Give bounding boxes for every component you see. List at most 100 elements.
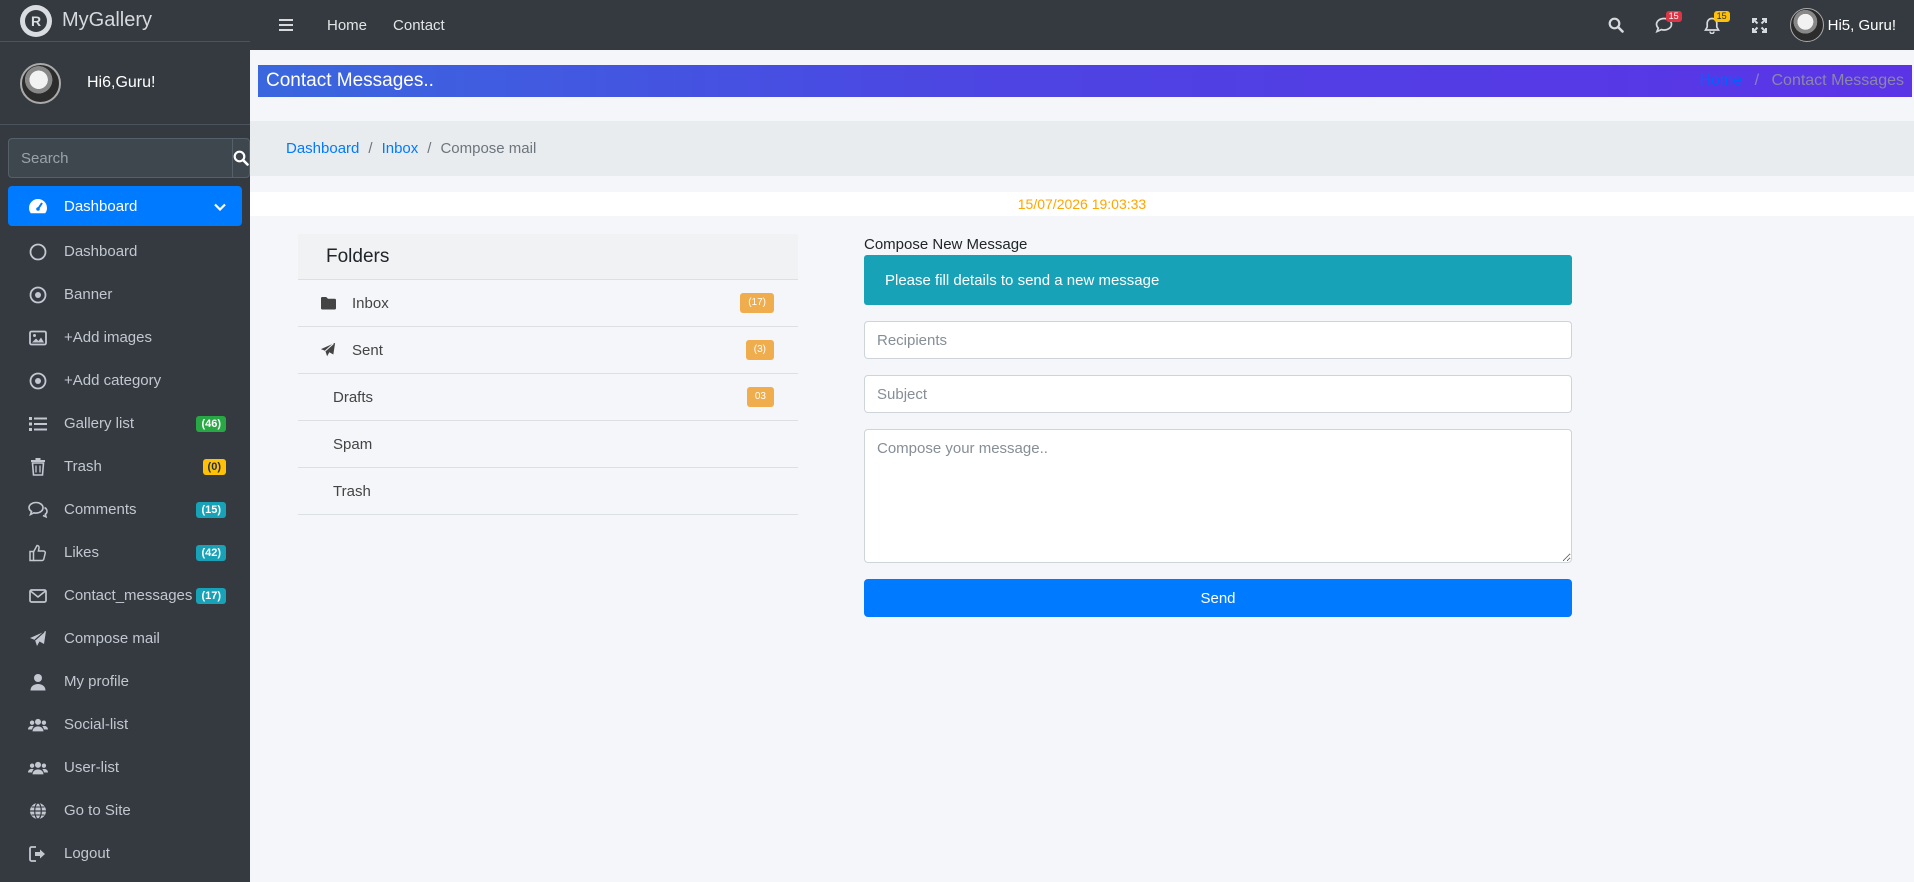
folder-spam[interactable]: Spam — [298, 421, 798, 468]
search-input[interactable] — [8, 138, 232, 178]
brand-logo-icon: R — [20, 4, 52, 37]
trash-count-badge: (0) — [202, 458, 226, 475]
sidebar-item-my-profile[interactable]: My profile — [8, 660, 242, 703]
info-alert: Please fill details to send a new messag… — [864, 255, 1572, 305]
search-icon — [233, 150, 249, 166]
thumbs-up-icon — [28, 543, 48, 563]
avatar[interactable] — [20, 62, 61, 104]
sidebar-item-compose-mail[interactable]: Compose mail — [8, 617, 242, 660]
avatar — [1789, 8, 1824, 42]
users-icon — [28, 758, 48, 778]
sidebar-item-label: Contact_messages — [64, 587, 193, 604]
sidebar-item-social-list[interactable]: Social-list — [8, 703, 242, 746]
folder-label: Drafts — [333, 388, 374, 406]
brand-name: MyGallery — [62, 9, 153, 31]
sidebar-item-label: Banner — [64, 286, 113, 303]
dot-circle-icon — [28, 371, 48, 391]
folders-panel: Folders Inbox (17) Sent (3) Drafts 03 Sp… — [298, 234, 798, 515]
send-button[interactable]: Send — [864, 579, 1572, 617]
users-icon — [28, 715, 48, 735]
crumb-separator: / — [368, 140, 373, 157]
notifications-count-badge: 15 — [1713, 11, 1730, 22]
brand-link[interactable]: R MyGallery — [0, 0, 250, 42]
recipients-input[interactable] — [864, 321, 1572, 359]
fullscreen-button[interactable] — [1736, 4, 1784, 46]
sidebar-item-user-list[interactable]: User-list — [8, 746, 242, 789]
sidebar-item-banner[interactable]: Banner — [8, 273, 242, 316]
sidebar-item-logout[interactable]: Logout — [8, 832, 242, 875]
sidebar-item-dashboard-menu[interactable]: Dashboard — [8, 186, 242, 226]
user-panel: Hi6,Guru! — [0, 42, 250, 125]
user-icon — [28, 672, 48, 692]
search-button[interactable] — [232, 138, 250, 178]
navbar-search-button[interactable] — [1592, 4, 1640, 46]
folder-trash[interactable]: Trash — [298, 468, 798, 515]
hamburger-icon — [279, 19, 293, 31]
page-header: Contact Messages.. Home / Contact Messag… — [258, 65, 1912, 97]
globe-icon — [28, 801, 48, 821]
sidebar-item-add-images[interactable]: +Add images — [8, 316, 242, 359]
folder-label: Inbox — [352, 294, 389, 312]
user-name[interactable]: Hi6,Guru! — [87, 74, 155, 92]
sidebar-item-label: +Add category — [64, 372, 162, 389]
comments-count-badge: (15) — [196, 501, 226, 518]
folder-icon — [320, 295, 338, 311]
search-icon — [1608, 17, 1624, 33]
messages-dropdown[interactable]: 15 — [1640, 4, 1688, 46]
circle-icon — [28, 242, 48, 262]
expand-icon — [1752, 17, 1768, 33]
crumb-separator: / — [427, 140, 432, 157]
inbox-count-badge: (17) — [740, 293, 774, 313]
header-crumb-home[interactable]: Home — [1699, 72, 1742, 89]
folder-label: Trash — [333, 482, 371, 500]
sidebar-search — [8, 138, 250, 178]
user-greeting: Hi5, Guru! — [1827, 16, 1896, 34]
sidebar-item-trash[interactable]: Trash (0) — [8, 445, 242, 488]
breadcrumb: Dashboard / Inbox / Compose mail — [250, 121, 1914, 176]
sidebar-item-add-category[interactable]: +Add category — [8, 359, 242, 402]
image-icon — [28, 328, 48, 348]
sidebar-item-label: Gallery list — [64, 415, 135, 432]
header-breadcrumb: Home / Contact Messages — [1699, 72, 1904, 90]
sidebar-item-comments[interactable]: Comments (15) — [8, 488, 242, 531]
trash-icon — [28, 457, 48, 477]
page-title: Contact Messages.. — [266, 70, 434, 91]
sidebar-item-label: Dashboard — [64, 197, 138, 215]
sidebar-item-contact-messages[interactable]: Contact_messages (17) — [8, 574, 242, 617]
dot-circle-icon — [28, 285, 48, 305]
datetime-display: 15/07/2026 19:03:33 — [250, 192, 1914, 216]
sidebar-item-gallery-list[interactable]: Gallery list (46) — [8, 402, 242, 445]
menu-toggle-button[interactable] — [258, 4, 314, 46]
sign-out-icon — [28, 844, 48, 864]
paper-plane-icon — [28, 629, 48, 649]
sidebar-item-go-to-site[interactable]: Go to Site — [8, 789, 242, 832]
notifications-dropdown[interactable]: 15 — [1688, 4, 1736, 46]
top-navbar: Home Contact 15 15 Hi5, Guru! — [250, 0, 1914, 50]
sidebar-item-label: Social-list — [64, 716, 129, 733]
sidebar-item-likes[interactable]: Likes (42) — [8, 531, 242, 574]
tachometer-icon — [28, 196, 48, 216]
user-menu[interactable]: Hi5, Guru! — [1784, 8, 1914, 42]
breadcrumb-inbox[interactable]: Inbox — [382, 140, 419, 157]
contact-messages-count-badge: (17) — [196, 587, 226, 604]
drafts-count-badge: 03 — [746, 387, 774, 407]
breadcrumb-dashboard[interactable]: Dashboard — [286, 140, 359, 157]
breadcrumb-current: Compose mail — [440, 140, 537, 157]
comments-icon — [28, 500, 48, 520]
nav-link-home[interactable]: Home — [314, 17, 380, 34]
sidebar-item-label: Dashboard — [64, 243, 138, 260]
chevron-down-icon — [214, 198, 226, 215]
nav-link-contact[interactable]: Contact — [380, 17, 458, 34]
sidebar-item-label: Logout — [64, 845, 110, 862]
folder-sent[interactable]: Sent (3) — [298, 327, 798, 374]
subject-input[interactable] — [864, 375, 1572, 413]
sidebar-item-dashboard[interactable]: Dashboard — [8, 230, 242, 273]
folder-drafts[interactable]: Drafts 03 — [298, 374, 798, 421]
message-textarea[interactable] — [864, 429, 1572, 563]
sidebar-item-label: Trash — [64, 458, 102, 475]
sidebar-item-label: User-list — [64, 759, 119, 776]
compose-panel: Compose New Message Please fill details … — [864, 236, 1572, 617]
header-crumb-current: Contact Messages — [1771, 72, 1904, 89]
sidebar-item-label: Comments — [64, 501, 137, 518]
folder-inbox[interactable]: Inbox (17) — [298, 280, 798, 327]
